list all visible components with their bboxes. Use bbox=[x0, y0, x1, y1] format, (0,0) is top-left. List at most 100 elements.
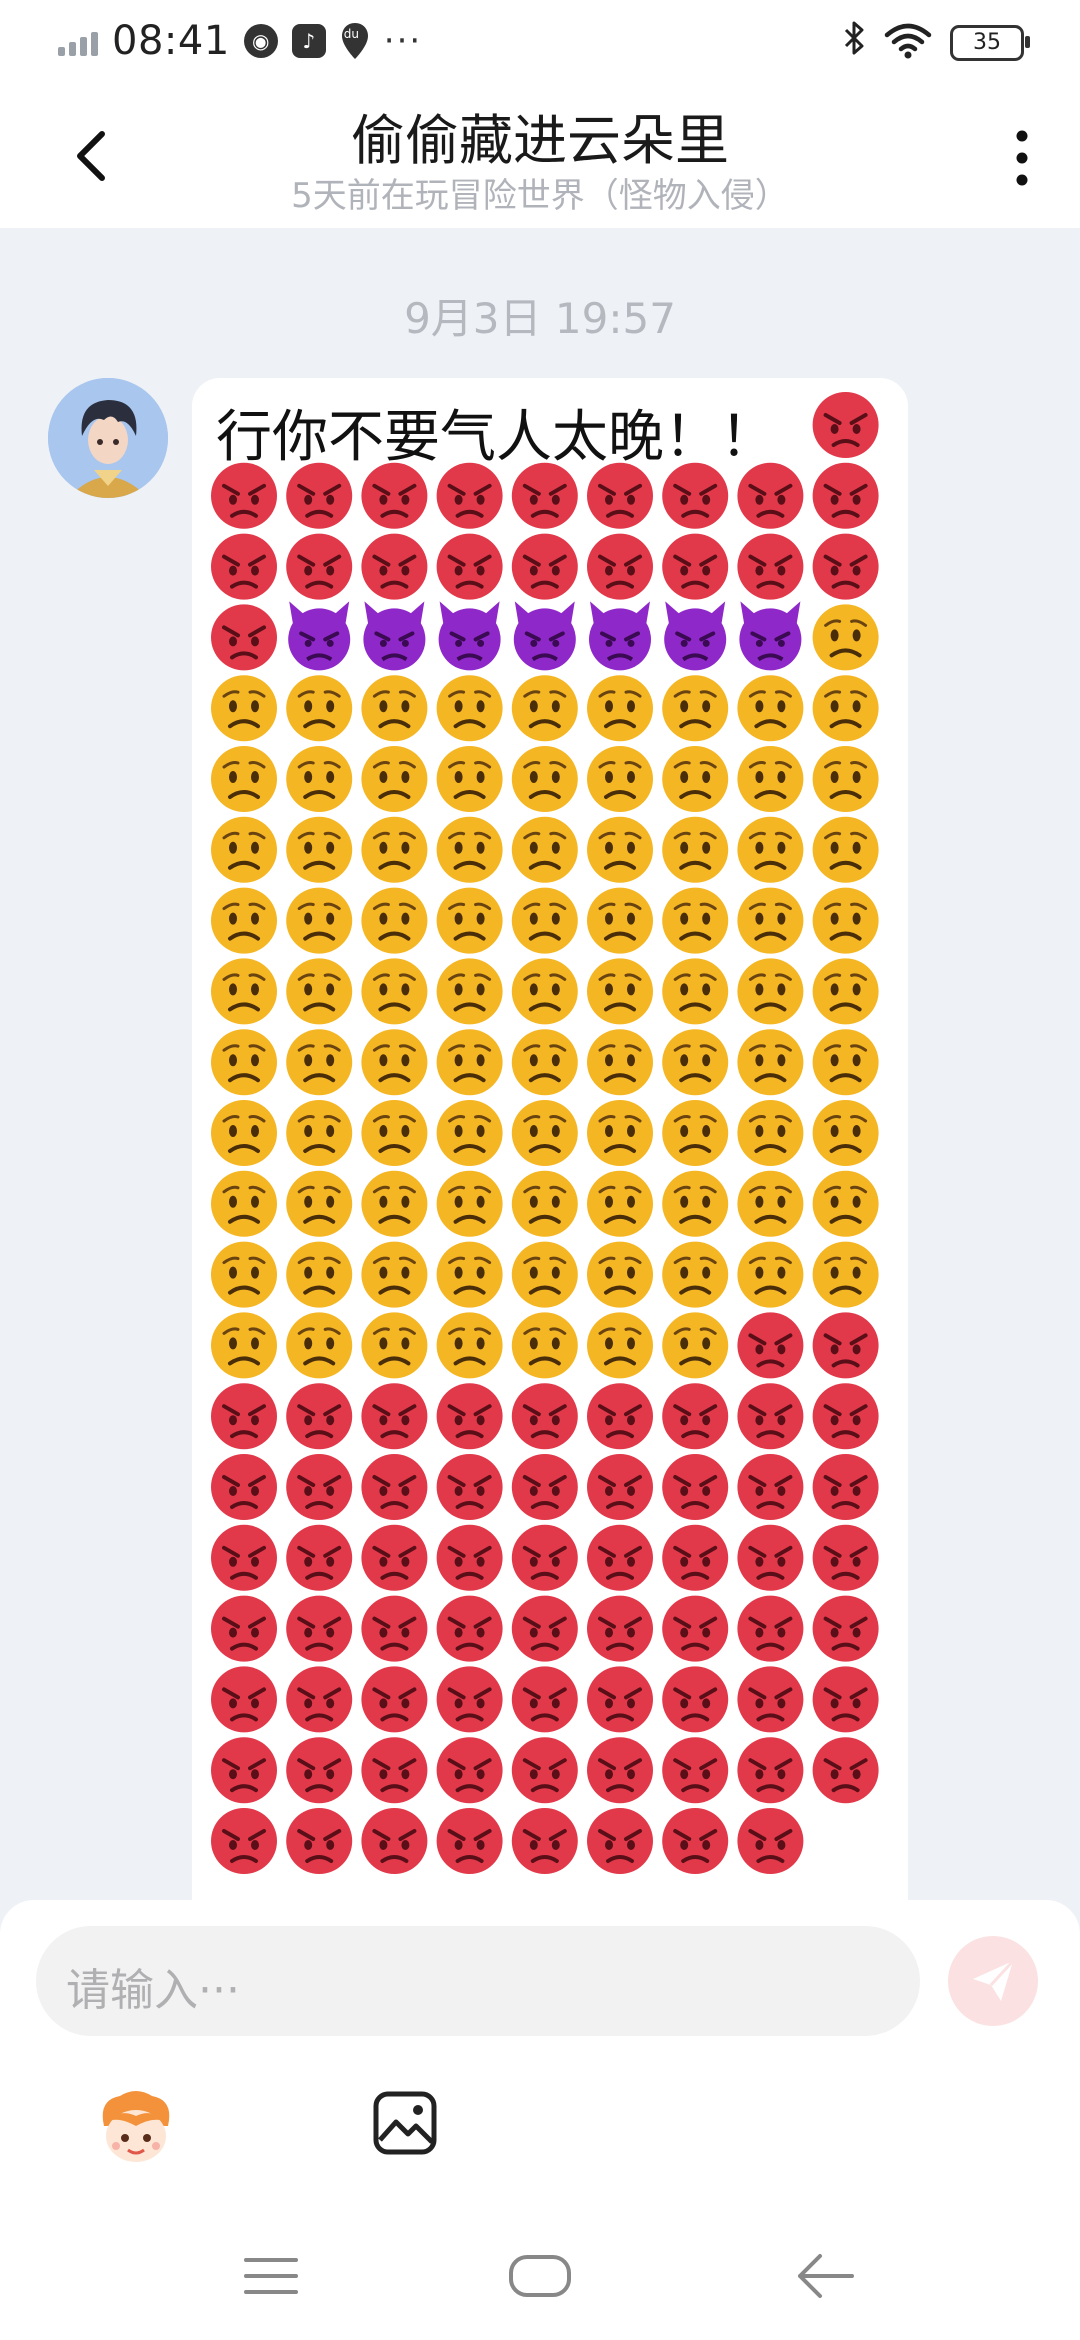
message-date: 9月3日 19:57 bbox=[404, 294, 676, 343]
worried-face-emoji bbox=[286, 746, 353, 812]
more-vertical-icon[interactable] bbox=[1010, 128, 1034, 188]
worried-face-emoji bbox=[211, 1029, 277, 1096]
worried-face-emoji bbox=[812, 746, 879, 812]
worried-face-emoji bbox=[286, 675, 353, 742]
smiling-face-with-horns-emoji bbox=[513, 601, 576, 671]
pouting-face-emoji bbox=[737, 533, 804, 600]
worried-face-emoji bbox=[812, 1100, 879, 1166]
chat-title: 偷偷藏进云朵里 bbox=[351, 109, 729, 172]
pouting-face-emoji bbox=[587, 533, 653, 600]
pouting-face-emoji bbox=[511, 1808, 578, 1874]
smiling-face-with-horns-emoji bbox=[438, 601, 501, 671]
smiling-face-with-horns-emoji bbox=[664, 601, 727, 671]
worried-face-emoji bbox=[436, 1029, 503, 1096]
pouting-face-emoji bbox=[211, 1383, 277, 1450]
compass-icon: ◉ bbox=[243, 24, 278, 58]
worried-face-emoji bbox=[211, 958, 277, 1025]
music-icon: ♪ bbox=[291, 24, 326, 58]
pouting-face-emoji bbox=[436, 1454, 503, 1520]
pouting-face-emoji bbox=[361, 1737, 428, 1804]
worried-face-emoji bbox=[511, 1312, 578, 1379]
chat-subtitle: 5天前在玩冒险世界（怪物入侵） bbox=[291, 176, 789, 216]
image-icon[interactable] bbox=[372, 2090, 438, 2156]
worried-face-emoji bbox=[662, 675, 729, 742]
worried-face-emoji bbox=[211, 1312, 277, 1379]
worried-face-emoji bbox=[587, 746, 653, 812]
pouting-face-emoji bbox=[361, 1666, 428, 1733]
worried-face-emoji bbox=[587, 1170, 653, 1237]
pouting-face-emoji bbox=[211, 1666, 277, 1733]
worried-face-emoji bbox=[737, 887, 804, 954]
smiling-face-with-horns-emoji bbox=[288, 601, 351, 671]
pouting-face-emoji bbox=[662, 1524, 729, 1591]
worried-face-emoji bbox=[361, 1100, 428, 1166]
pouting-face-emoji bbox=[662, 1737, 729, 1804]
pouting-face-emoji bbox=[737, 1595, 804, 1662]
pouting-face-emoji bbox=[286, 1595, 353, 1662]
pouting-face-emoji bbox=[812, 1595, 879, 1662]
worried-face-emoji bbox=[436, 1312, 503, 1379]
worried-face-emoji bbox=[511, 816, 578, 883]
input-placeholder: 请输入··· bbox=[66, 1965, 240, 2016]
worried-face-emoji bbox=[511, 1241, 578, 1308]
pouting-face-emoji bbox=[812, 1383, 879, 1450]
pouting-face-emoji bbox=[436, 1808, 503, 1874]
pouting-face-emoji bbox=[662, 1595, 729, 1662]
message-input[interactable]: 请输入··· bbox=[36, 1926, 920, 2036]
worried-face-emoji bbox=[436, 746, 503, 812]
pouting-face-emoji bbox=[587, 1454, 653, 1520]
message-bubble[interactable]: 行你不要气人太晚！！ bbox=[192, 378, 908, 1938]
worried-face-emoji bbox=[286, 1029, 353, 1096]
pouting-face-emoji bbox=[587, 1737, 653, 1804]
pouting-face-emoji bbox=[662, 533, 729, 600]
worried-face-emoji bbox=[662, 816, 729, 883]
worried-face-emoji bbox=[812, 1029, 879, 1096]
menu-icon[interactable] bbox=[244, 2256, 298, 2296]
pouting-face-emoji bbox=[662, 1666, 729, 1733]
pouting-face-emoji bbox=[511, 533, 578, 600]
home-icon[interactable] bbox=[508, 2254, 572, 2298]
worried-face-emoji bbox=[286, 816, 353, 883]
worried-face-emoji bbox=[436, 958, 503, 1025]
worried-face-emoji bbox=[587, 816, 653, 883]
worried-face-emoji bbox=[587, 1029, 653, 1096]
pouting-face-emoji bbox=[361, 533, 428, 600]
pouting-face-emoji bbox=[211, 1524, 277, 1591]
paper-plane-icon bbox=[973, 1959, 1015, 2001]
worried-face-emoji bbox=[662, 1029, 729, 1096]
avatar[interactable] bbox=[48, 378, 168, 498]
worried-face-emoji bbox=[211, 887, 277, 954]
worried-face-emoji bbox=[737, 675, 804, 742]
worried-face-emoji bbox=[662, 1170, 729, 1237]
worried-face-emoji bbox=[587, 958, 653, 1025]
sticker-face-icon[interactable] bbox=[94, 2086, 178, 2170]
pouting-face-emoji bbox=[286, 1808, 353, 1874]
worried-face-emoji bbox=[737, 1241, 804, 1308]
worried-face-emoji bbox=[286, 887, 353, 954]
smiling-face-with-horns-emoji bbox=[739, 601, 802, 671]
pouting-face-emoji bbox=[286, 1666, 353, 1733]
worried-face-emoji bbox=[361, 1170, 428, 1237]
pouting-face-emoji bbox=[737, 1808, 804, 1874]
worried-face-emoji bbox=[662, 887, 729, 954]
pouting-face-emoji bbox=[286, 533, 353, 600]
pouting-face-emoji bbox=[587, 1524, 653, 1591]
worried-face-emoji bbox=[436, 887, 503, 954]
pouting-face-emoji bbox=[737, 1737, 804, 1804]
worried-face-emoji bbox=[812, 958, 879, 1025]
pouting-face-emoji bbox=[587, 462, 653, 529]
status-bar: 08:41 ◉ ♪ du ··· 35 bbox=[0, 0, 1080, 84]
worried-face-emoji bbox=[662, 1312, 729, 1379]
pouting-face-emoji bbox=[812, 533, 879, 600]
back-icon[interactable] bbox=[796, 2250, 856, 2302]
send-button[interactable] bbox=[948, 1936, 1038, 2026]
pouting-face-emoji bbox=[662, 462, 729, 529]
pouting-face-emoji bbox=[587, 1808, 653, 1874]
pouting-face-emoji bbox=[436, 462, 503, 529]
worried-face-emoji bbox=[361, 1241, 428, 1308]
pouting-face-emoji bbox=[286, 1383, 353, 1450]
worried-face-emoji bbox=[662, 746, 729, 812]
worried-face-emoji bbox=[286, 1100, 353, 1166]
pouting-face-emoji bbox=[286, 1524, 353, 1591]
worried-face-emoji bbox=[211, 1170, 277, 1237]
